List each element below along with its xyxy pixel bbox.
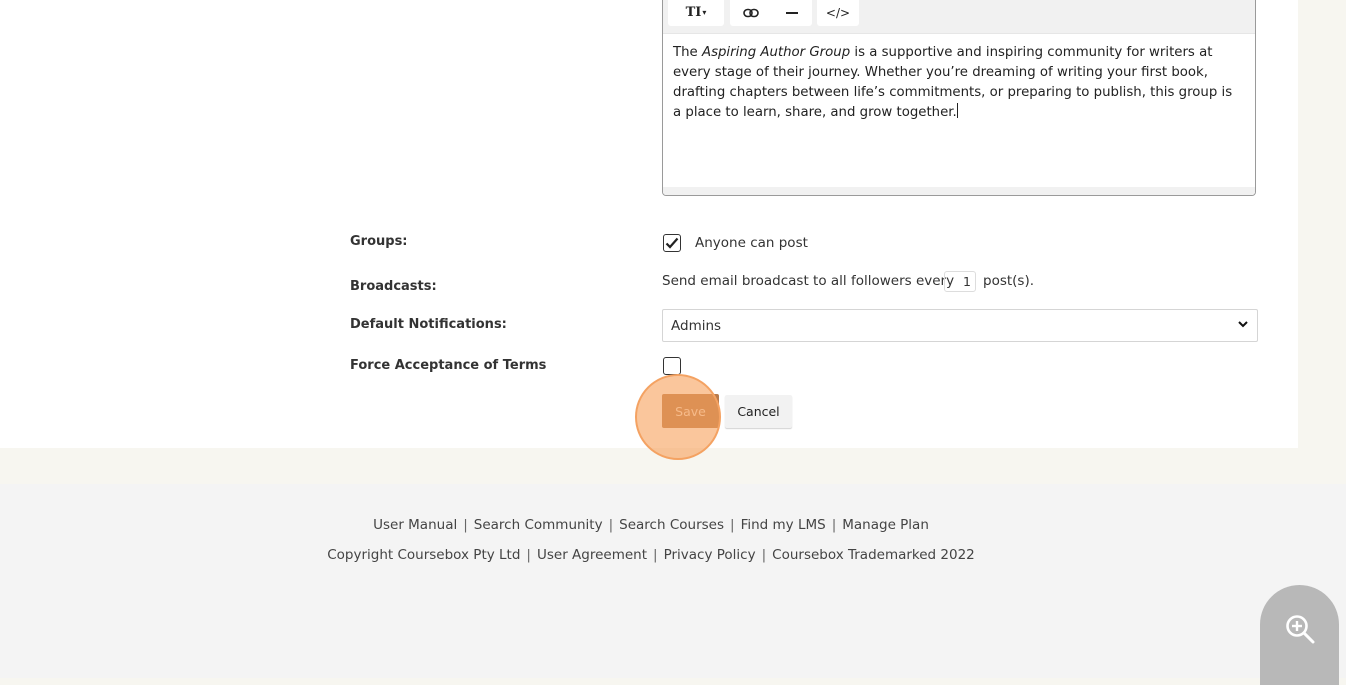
zoom-in-icon (1285, 615, 1314, 644)
text-caret (956, 103, 958, 118)
broadcast-text-after: post(s). (983, 273, 1035, 289)
force-terms-label: Force Acceptance of Terms (350, 358, 547, 373)
content-prefix: The (673, 45, 702, 60)
anyone-can-post-checkbox[interactable] (663, 234, 681, 252)
privacy-policy-link[interactable]: Privacy Policy (664, 547, 756, 563)
groups-label: Groups: (350, 234, 408, 249)
manage-plan-link[interactable]: Manage Plan (842, 517, 929, 533)
link-icon (742, 8, 759, 17)
group-name-emphasis: Aspiring Author Group (701, 45, 851, 60)
broadcast-frequency-input[interactable]: 1 (944, 271, 976, 292)
page-footer: User Manual | Search Community | Search Cour… (0, 484, 1346, 678)
default-notifications-select[interactable]: Admins (662, 309, 1258, 342)
toolbar-group-insert (730, 0, 812, 26)
editor-content[interactable]: The Aspiring Author Group is a supportiv… (673, 43, 1233, 123)
page-margin (1298, 0, 1346, 484)
editor-toolbar: TI ▾ </> (663, 0, 1255, 34)
separator: | (831, 517, 837, 533)
select-value: Admins (671, 318, 722, 334)
broadcast-text-before: Send email broadcast to all followers ev… (662, 273, 955, 289)
toolbar-group-text: TI ▾ (668, 0, 724, 26)
text-style-button[interactable]: TI ▾ (676, 2, 716, 24)
force-terms-checkbox[interactable] (663, 357, 681, 375)
chevron-down-icon (1238, 321, 1248, 328)
find-my-lms-link[interactable]: Find my LMS (741, 517, 826, 533)
trademark-text: Coursebox Trademarked 2022 (772, 547, 975, 563)
footer-links-row1: User Manual | Search Community | Search Cour… (0, 517, 1302, 533)
horizontal-rule-icon (785, 11, 798, 14)
save-button[interactable]: Save (662, 394, 719, 428)
code-view-button[interactable]: </> (820, 2, 856, 24)
cancel-button[interactable]: Cancel (725, 395, 792, 428)
user-manual-link[interactable]: User Manual (373, 517, 457, 533)
text-style-label: TI (685, 5, 702, 20)
link-button[interactable] (738, 2, 764, 24)
checkmark-icon (665, 237, 679, 249)
separator: | (730, 517, 735, 533)
description-editor[interactable]: TI ▾ </> The Aspiring Author Group is a … (662, 0, 1256, 196)
anyone-can-post-label: Anyone can post (695, 235, 808, 251)
caret-down-icon: ▾ (702, 8, 707, 17)
separator: | (463, 517, 468, 533)
separator: | (761, 547, 767, 563)
toolbar-group-code: </> (817, 0, 859, 26)
zoom-in-button[interactable] (1260, 585, 1339, 685)
separator: | (526, 547, 531, 563)
broadcasts-label: Broadcasts: (350, 279, 437, 294)
copyright-text: Copyright Coursebox Pty Ltd (327, 547, 521, 563)
editor-resize-bar (663, 187, 1255, 195)
separator: | (608, 517, 614, 533)
horizontal-rule-button[interactable] (779, 2, 805, 24)
user-agreement-link[interactable]: User Agreement (537, 547, 647, 563)
search-community-link[interactable]: Search Community (474, 517, 603, 533)
default-notifications-label: Default Notifications: (350, 317, 507, 332)
footer-links-row2: Copyright Coursebox Pty Ltd | User Agreeme… (0, 547, 1302, 563)
search-courses-link[interactable]: Search Courses (619, 517, 724, 533)
separator: | (653, 547, 658, 563)
